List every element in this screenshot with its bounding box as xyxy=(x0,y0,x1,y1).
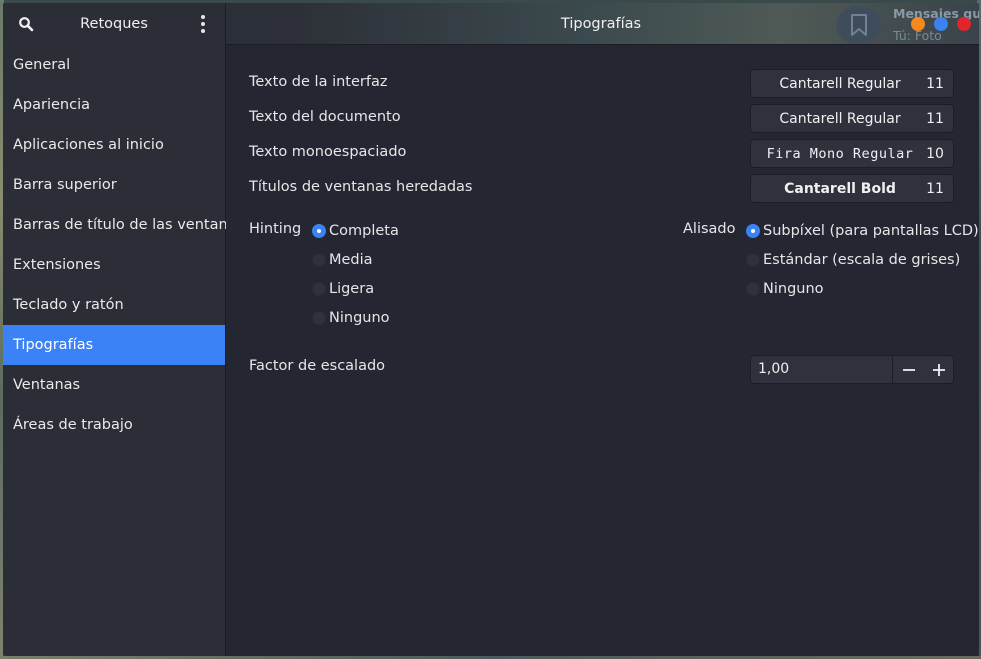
sidebar: General Apariencia Aplicaciones al inici… xyxy=(3,45,244,656)
hinting-option-full[interactable]: Completa xyxy=(312,223,399,239)
radio-unselected-icon xyxy=(312,253,326,267)
document-font-button[interactable]: Cantarell Regular 11 xyxy=(750,104,954,133)
sidebar-header: Retoques xyxy=(3,3,226,45)
radio-selected-icon xyxy=(312,224,326,238)
interface-text-label: Texto de la interfaz xyxy=(249,74,388,90)
sidebar-item-window-titlebars[interactable]: Barras de título de las ventanas xyxy=(3,205,244,245)
search-icon xyxy=(19,17,34,32)
hinting-label: Hinting xyxy=(249,221,302,237)
scaling-factor-label: Factor de escalado xyxy=(249,358,386,374)
legacy-titles-font-button[interactable]: Cantarell Bold 11 xyxy=(750,174,954,203)
sidebar-item-workspaces[interactable]: Áreas de trabajo xyxy=(3,405,225,445)
sidebar-item-windows[interactable]: Ventanas xyxy=(3,365,225,405)
sidebar-item-keyboard-mouse[interactable]: Teclado y ratón xyxy=(3,285,225,325)
interface-font-button[interactable]: Cantarell Regular 11 xyxy=(750,69,954,98)
sidebar-item-general[interactable]: General xyxy=(3,45,225,85)
hinting-option-medium[interactable]: Media xyxy=(312,252,373,268)
search-button[interactable] xyxy=(15,13,37,35)
legacy-titles-font-size: 11 xyxy=(926,180,944,197)
radio-unselected-icon xyxy=(312,311,326,325)
minus-icon xyxy=(903,368,915,371)
sidebar-item-appearance[interactable]: Apariencia xyxy=(3,85,225,125)
monospace-font-button[interactable]: Fira Mono Regular 10 xyxy=(750,139,954,168)
hinting-option-none[interactable]: Ninguno xyxy=(312,310,390,326)
document-font-name: Cantarell Regular xyxy=(779,110,901,127)
decrease-button[interactable] xyxy=(894,356,924,383)
document-text-label: Texto del documento xyxy=(249,109,401,125)
header-bar: Retoques Tipografías Mensajes gu Tú: Fot… xyxy=(3,3,979,45)
increase-button[interactable] xyxy=(924,356,954,383)
monospace-font-name: Fira Mono Regular xyxy=(766,145,914,162)
close-button[interactable] xyxy=(957,17,971,31)
antialiasing-option-subpixel[interactable]: Subpíxel (para pantallas LCD) xyxy=(746,223,979,239)
antialiasing-option-standard[interactable]: Estándar (escala de grises) xyxy=(746,252,960,268)
monospace-font-size: 10 xyxy=(926,145,944,162)
radio-selected-icon xyxy=(746,224,760,238)
legacy-titles-font-name: Cantarell Bold xyxy=(784,180,896,197)
interface-font-size: 11 xyxy=(926,75,944,92)
tweaks-window: Retoques Tipografías Mensajes gu Tú: Fot… xyxy=(3,3,979,656)
legacy-titles-label: Títulos de ventanas heredadas xyxy=(249,179,473,195)
minimize-button[interactable] xyxy=(911,17,925,31)
monospace-text-label: Texto monoespaciado xyxy=(249,144,407,160)
document-font-size: 11 xyxy=(926,110,944,127)
hinting-option-slight[interactable]: Ligera xyxy=(312,281,374,297)
antialiasing-label: Alisado xyxy=(683,221,736,237)
bookmark-icon xyxy=(836,6,881,44)
app-name: Retoques xyxy=(80,16,148,32)
fonts-panel: Texto de la interfaz Cantarell Regular 1… xyxy=(226,45,979,656)
scaling-factor-input[interactable]: 1,00 xyxy=(751,356,893,383)
scaling-factor-spinner: 1,00 xyxy=(750,355,954,384)
interface-font-name: Cantarell Regular xyxy=(779,75,901,92)
radio-unselected-icon xyxy=(746,282,760,296)
vertical-dots-icon xyxy=(201,15,205,19)
maximize-button[interactable] xyxy=(934,17,948,31)
radio-unselected-icon xyxy=(746,253,760,267)
sidebar-item-fonts[interactable]: Tipografías xyxy=(3,325,225,365)
main-menu-button[interactable] xyxy=(193,13,213,35)
sidebar-item-extensions[interactable]: Extensiones xyxy=(3,245,225,285)
sidebar-item-top-bar[interactable]: Barra superior xyxy=(3,165,225,205)
plus-icon xyxy=(933,363,945,376)
radio-unselected-icon xyxy=(312,282,326,296)
antialiasing-option-none[interactable]: Ninguno xyxy=(746,281,824,297)
sidebar-item-startup-apps[interactable]: Aplicaciones al inicio xyxy=(3,125,225,165)
